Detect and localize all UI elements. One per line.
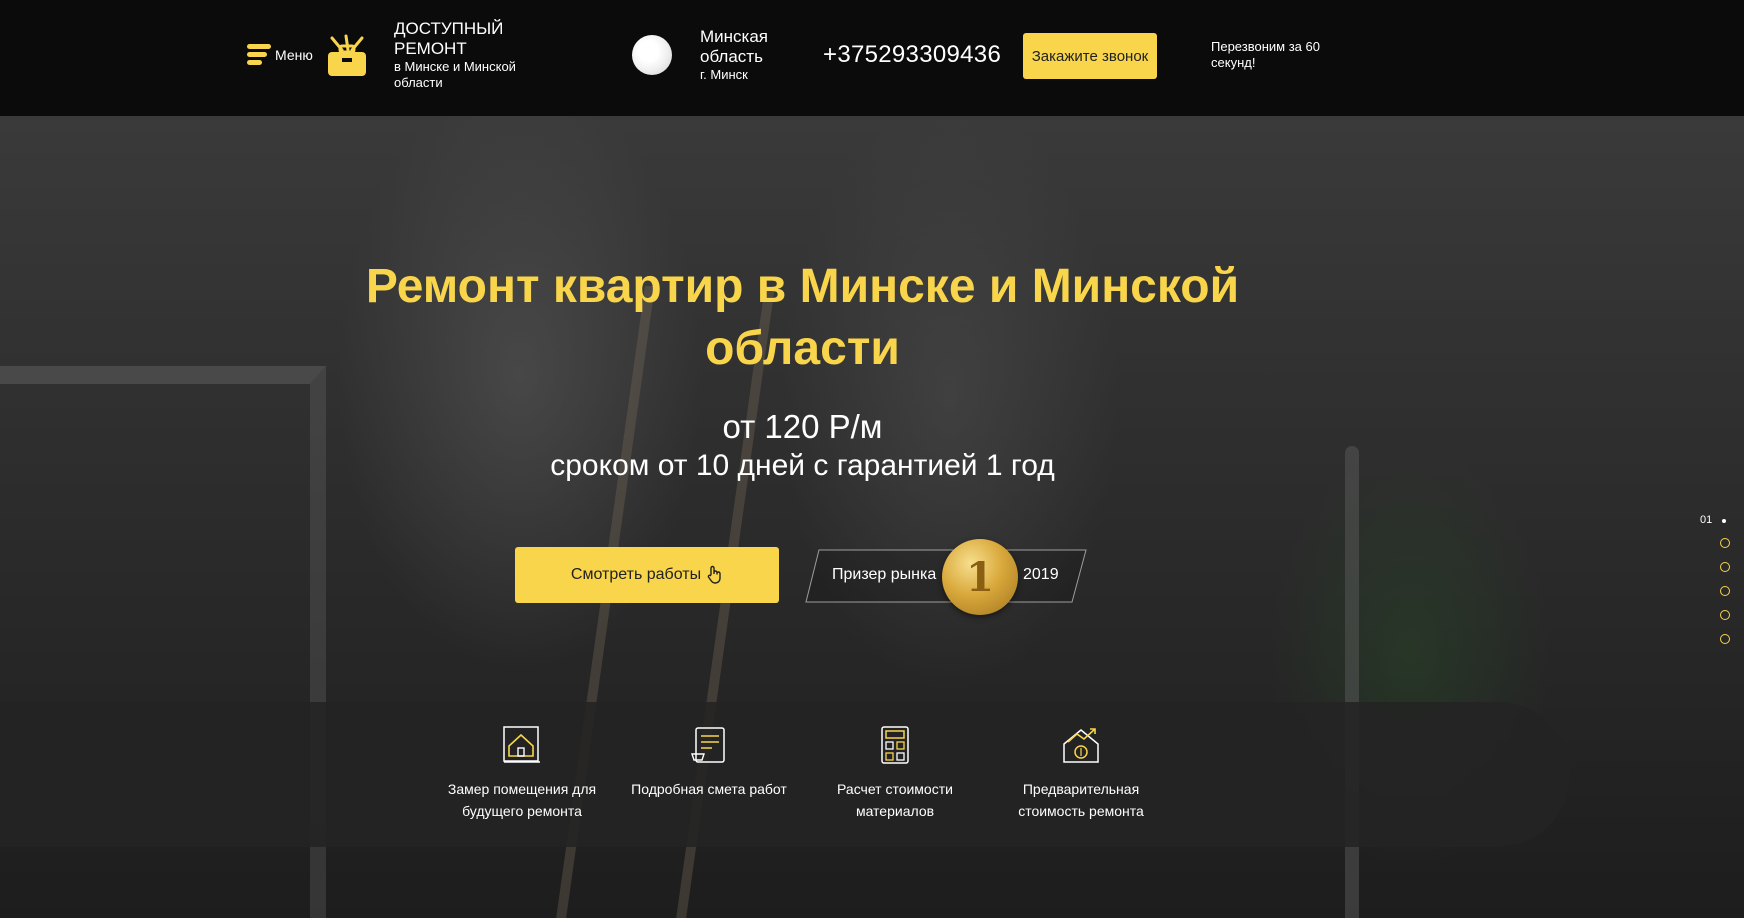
house-plan-icon: [503, 726, 540, 763]
slide-dot-active[interactable]: [1722, 519, 1726, 523]
slide-dot[interactable]: [1720, 562, 1730, 572]
view-works-label: Смотреть работы: [570, 566, 702, 583]
hero-section: Ремонт квартир в Минске и Минской област…: [0, 116, 1744, 918]
region-city: г. Минск: [700, 67, 748, 82]
slide-dot[interactable]: [1720, 634, 1730, 644]
view-works-button[interactable]: Смотреть работы: [515, 547, 779, 603]
brand-title: ДОСТУПНЫЙ РЕМОНТ: [394, 19, 504, 58]
pointer-hand-icon: [707, 565, 721, 584]
feature-item: Замер помещения для будущего ремонта: [437, 724, 607, 822]
region-map-icon: [632, 35, 672, 75]
brand-subtitle: в Минске и Минской области: [394, 59, 516, 90]
features-bar: Замер помещения для будущего ремонта Под…: [0, 702, 1570, 847]
slide-dot[interactable]: [1720, 538, 1730, 548]
site-header: Меню ДОСТУПНЫЙ РЕМОНТ в Минске и Минской…: [0, 0, 1744, 116]
gold-medal-icon: 1: [942, 539, 1018, 615]
feature-item: Подробная смета работ: [624, 724, 794, 800]
feature-item: Расчет стоимости материалов: [810, 724, 980, 822]
toolbox-logo-icon: [328, 34, 366, 76]
feature-text: Подробная смета работ: [631, 781, 787, 797]
feature-text: Предварительная стоимость ремонта: [1018, 781, 1144, 819]
hero-title: Ремонт квартир в Минске и Минской област…: [365, 260, 1240, 375]
hero-terms: сроком от 10 дней с гарантией 1 год: [550, 449, 1055, 482]
estimate-document-icon: [691, 727, 725, 763]
callback-note: Перезвоним за 60 секунд!: [1211, 39, 1320, 70]
feature-text: Замер помещения для будущего ремонта: [447, 781, 597, 819]
region-title: Минская область: [700, 27, 769, 66]
medal-place: 1: [966, 553, 994, 601]
calculator-icon: [881, 726, 909, 764]
order-call-button[interactable]: Закажите звонок: [1023, 33, 1157, 79]
award-label: Призер рынка: [832, 566, 937, 583]
brand[interactable]: ДОСТУПНЫЙ РЕМОНТ в Минске и Минской обла…: [394, 19, 554, 91]
feature-item: Предварительная стоимость ремонта: [996, 724, 1166, 822]
feature-text: Расчет стоимости материалов: [837, 781, 953, 819]
background-pole: [1345, 446, 1359, 918]
slide-dot[interactable]: [1720, 586, 1730, 596]
menu-label: Меню: [275, 47, 313, 63]
slide-dot[interactable]: [1720, 610, 1730, 620]
award-year: 2019: [1023, 566, 1059, 583]
house-price-growth-icon: [1063, 728, 1099, 763]
region-info: Минская область г. Минск: [700, 27, 790, 83]
current-slide-number: 01: [1700, 514, 1713, 526]
market-award-badge: Призер рынка 1 2019: [805, 539, 1087, 615]
menu-button[interactable]: Меню: [247, 44, 313, 66]
phone-number[interactable]: +375293309436: [823, 41, 1001, 69]
burger-icon: [247, 44, 271, 66]
hero-price: от 120 Р/м: [722, 408, 883, 445]
